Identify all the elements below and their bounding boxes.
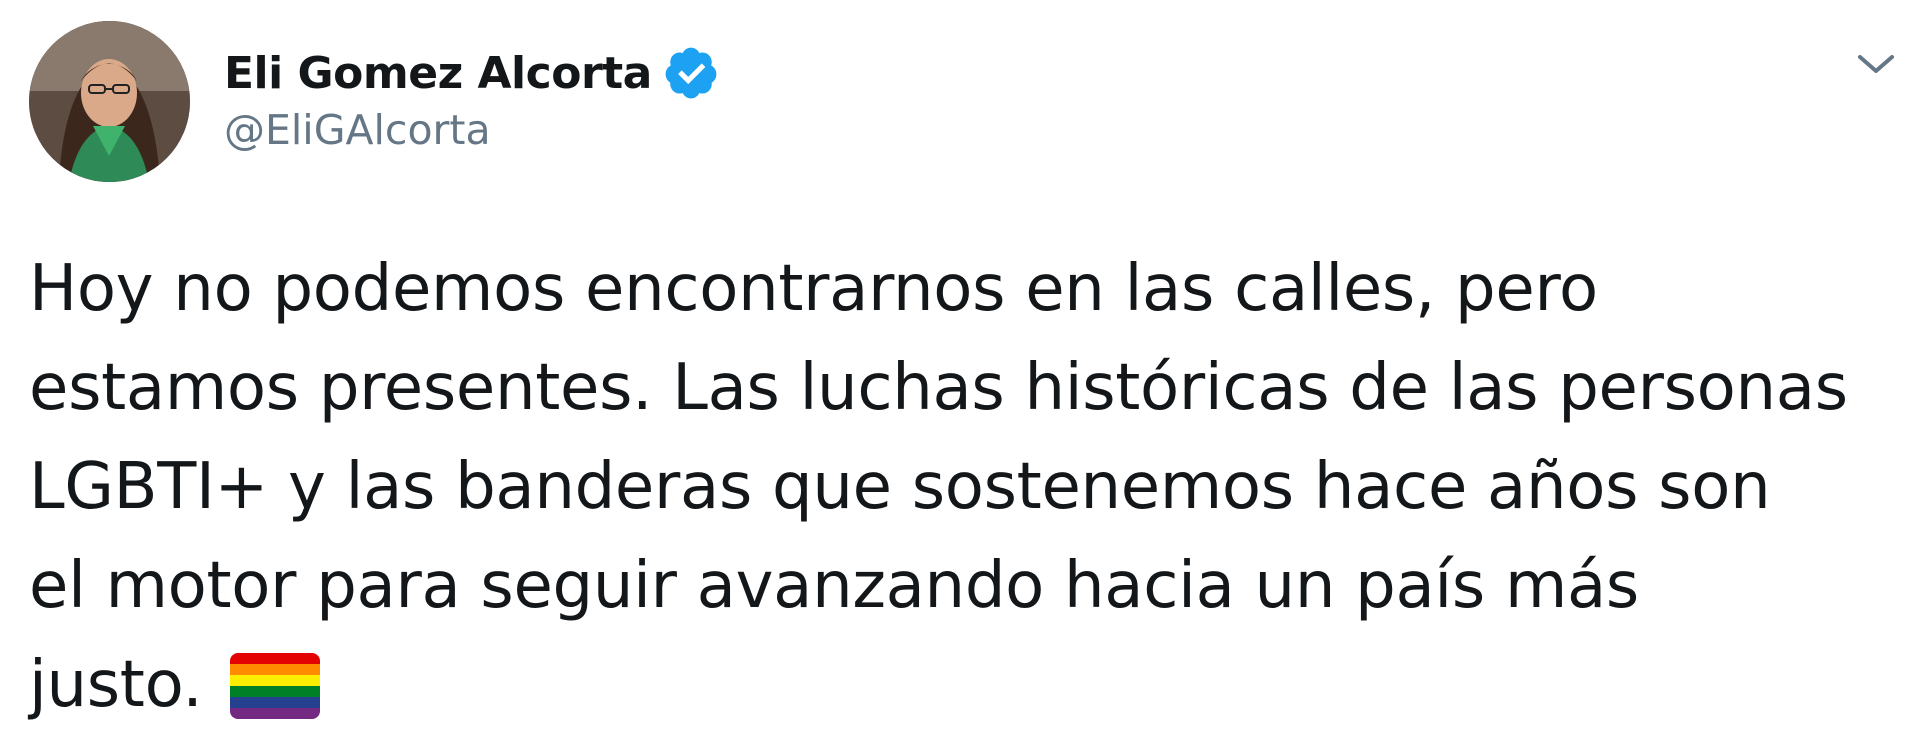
flag-stripe-yellow [230,674,321,686]
profile-avatar[interactable] [29,21,190,182]
tweet-text-line: Hoy no podemos encontrarnos en las calle… [29,252,1598,326]
verified-badge-icon [662,44,720,102]
user-info: Eli Gomez Alcorta @EliGAlcorta [224,38,720,154]
tweet-text-line: el motor para seguir avanzando hacia un … [29,549,1639,623]
tweet-text-line: LGBTI+ y las banderas que sostenemos hac… [29,450,1771,524]
flag-stripe-purple [230,707,321,719]
flag-stripe-green [230,685,321,697]
display-name[interactable]: Eli Gomez Alcorta [224,48,652,99]
flag-stripe-blue [230,696,321,708]
tweet-text: Hoy no podemos encontrarnos en las calle… [29,240,1909,735]
tweet-text-line: estamos presentes. Las luchas históricas… [29,351,1848,425]
chevron-down-icon[interactable] [1852,45,1900,85]
tweet-text-line: justo. [29,648,203,722]
user-handle[interactable]: @EliGAlcorta [224,106,720,154]
flag-stripe-orange [230,663,321,675]
flag-stripe-red [230,652,321,664]
name-row: Eli Gomez Alcorta [224,38,720,108]
tweet-text-last-line: justo. [29,636,1909,735]
tweet-card: Eli Gomez Alcorta @EliGAlcorta Hoy no po… [0,0,1920,735]
avatar-image [29,21,190,182]
rainbow-flag-emoji [230,652,321,719]
